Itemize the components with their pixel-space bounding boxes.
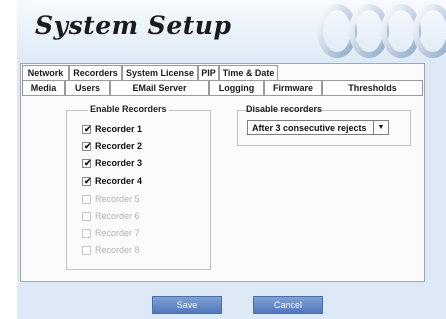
select-value: After 3 consecutive rejects [252,122,367,133]
recorder-6-checkbox: Recorder 6 [82,211,140,221]
recorder-label: Recorder 7 [95,228,140,238]
recorder-label: Recorder 2 [95,141,143,151]
recorder-label: Recorder 5 [95,194,140,204]
tab-recorders[interactable]: Recorders [69,65,122,80]
check-icon: ✔ [84,140,92,151]
checkbox-box [82,194,91,204]
tab-firmware[interactable]: Firmware [264,80,322,95]
tab-time-date[interactable]: Time & Date [219,65,278,80]
checkbox-box [82,228,91,238]
header: System Setup [17,0,446,60]
recorder-3-checkbox[interactable]: ✔ Recorder 3 [82,158,142,168]
tab-network[interactable]: Network [22,65,69,80]
checkbox-box [82,245,91,255]
recorder-label: Recorder 1 [95,124,143,134]
tab-system-license[interactable]: System License [122,65,198,80]
cancel-button[interactable]: Cancel [253,296,323,314]
chevron-down-icon[interactable]: ▼ [373,121,388,134]
tab-row-2: Media Users EMail Server Logging Firmwar… [22,80,423,95]
recorder-4-checkbox[interactable]: ✔ Recorder 4 [82,176,142,186]
tab-row-1: Network Recorders System License PIP Tim… [22,65,278,80]
recorder-label: Recorder 8 [95,245,140,255]
tab-media[interactable]: Media [22,80,65,95]
recorder-2-checkbox[interactable]: ✔ Recorder 2 [82,141,142,151]
tab-users[interactable]: Users [65,80,110,95]
rings-logo [317,4,446,58]
checkbox-box[interactable]: ✔ [82,123,92,134]
tab-thresholds[interactable]: Thresholds [322,80,423,95]
recorder-label: Recorder 4 [95,176,143,186]
recorder-7-checkbox: Recorder 7 [82,228,140,238]
recorder-1-checkbox[interactable]: ✔ Recorder 1 [82,124,142,134]
recorder-8-checkbox: Recorder 8 [82,245,140,255]
recorder-label: Recorder 3 [95,158,143,168]
tab-email-server[interactable]: EMail Server [110,80,209,95]
recorder-5-checkbox: Recorder 5 [82,194,140,204]
checkbox-box [82,211,91,221]
enable-recorders-title: Enable Recorders [88,104,169,114]
checkbox-box[interactable]: ✔ [82,140,92,151]
page-title: System Setup [35,11,232,40]
recorder-label: Recorder 6 [95,211,140,221]
check-icon: ✔ [84,175,92,186]
save-button[interactable]: Save [152,296,222,314]
disable-recorders-select[interactable]: After 3 consecutive rejects ▼ [247,120,389,135]
disable-recorders-title: Disable recorders [246,104,323,114]
tab-logging[interactable]: Logging [209,80,264,95]
checkbox-box[interactable]: ✔ [82,175,92,186]
tab-pip[interactable]: PIP [198,65,219,80]
checkbox-box[interactable]: ✔ [82,157,92,168]
check-icon: ✔ [84,123,92,134]
check-icon: ✔ [84,157,92,168]
